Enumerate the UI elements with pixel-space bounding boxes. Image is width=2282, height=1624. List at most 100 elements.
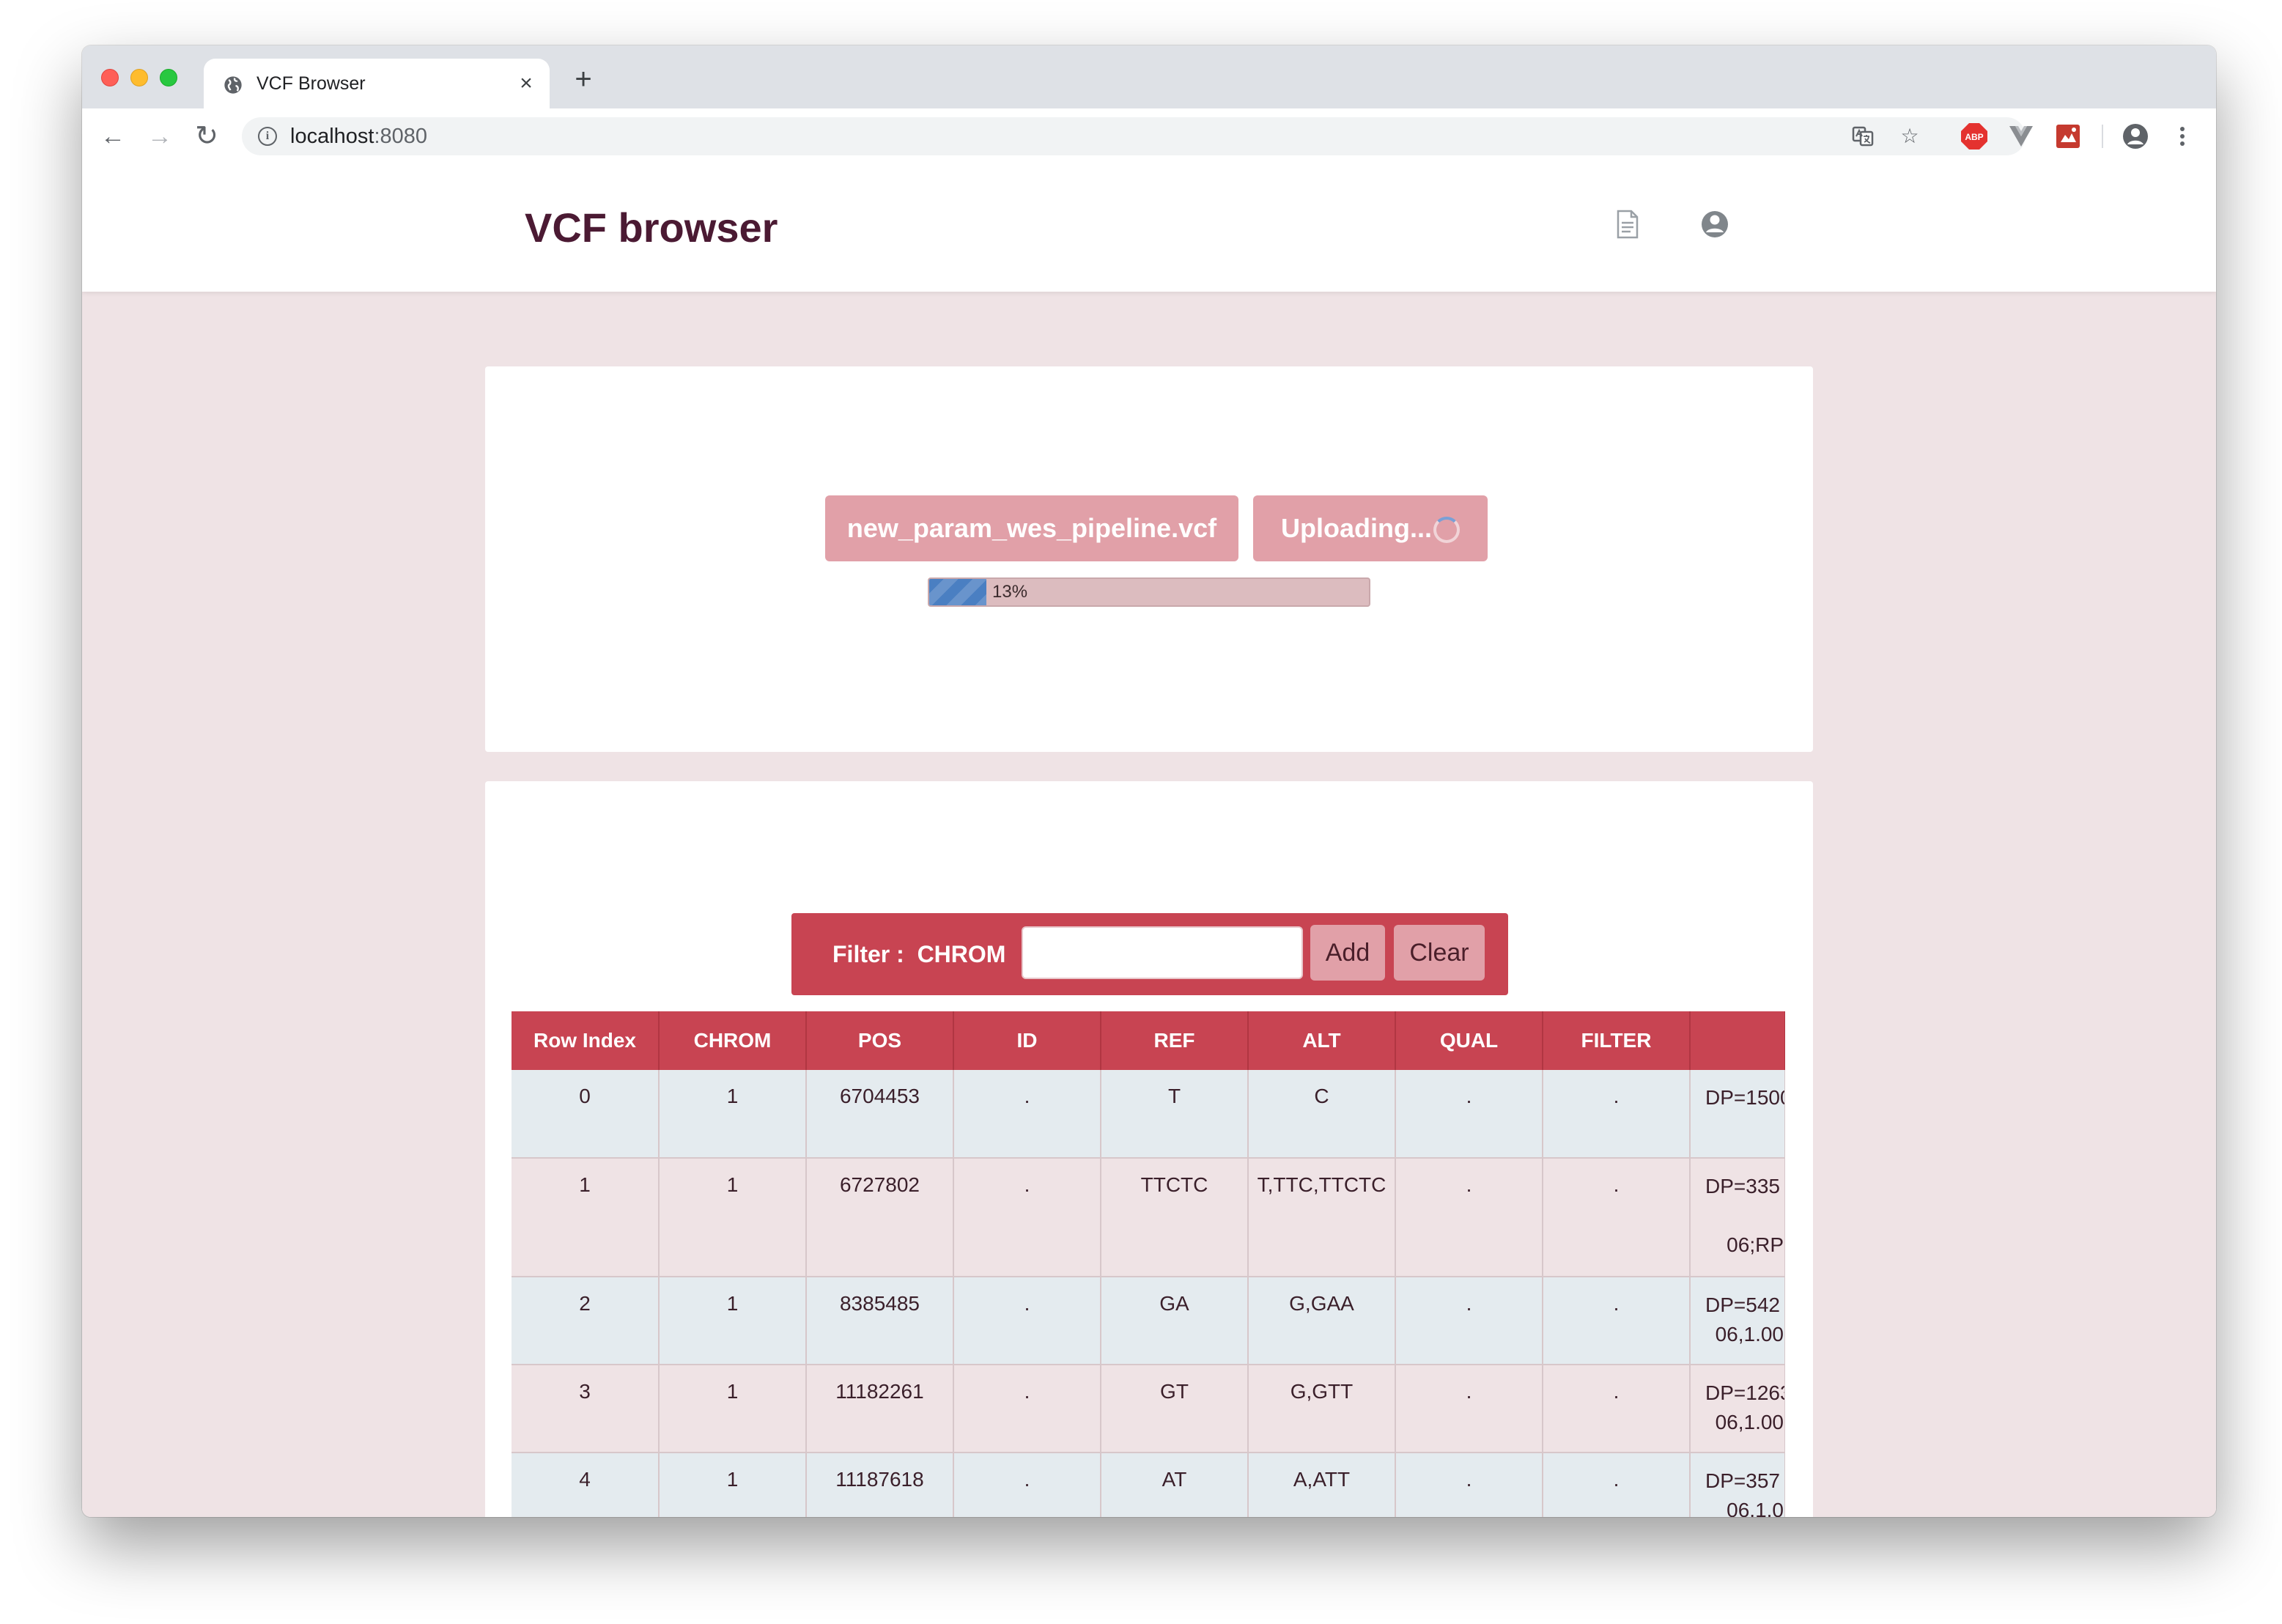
upload-status-button[interactable]: Uploading... [1253, 495, 1488, 561]
cell-pos: 11182261 [806, 1365, 954, 1453]
adblock-icon[interactable]: ABP [1960, 122, 1989, 151]
info-line: DP=1500 [1705, 1086, 1785, 1109]
cell-qual: . [1395, 1277, 1543, 1365]
table-row[interactable]: 4 1 11187618 . AT A,ATT . . DP=357 06,1.0 [512, 1453, 1785, 1517]
reload-icon[interactable]: ↻ [192, 122, 221, 151]
cell-ref: TTCTC [1101, 1158, 1249, 1277]
address-bar[interactable]: i localhost:8080 ☆ [242, 117, 2026, 155]
cell-info: DP=1263 06,1.00 [1690, 1365, 1785, 1453]
info-line: 06,1.0 [1727, 1499, 1784, 1517]
new-tab-button[interactable]: + [569, 64, 598, 94]
info-line: 06;RP [1727, 1233, 1784, 1256]
cell-id: . [953, 1158, 1101, 1277]
cell-filter: . [1543, 1070, 1691, 1159]
page-viewport: VCF browser new_param_wes_pipeline.vcf U… [82, 164, 2216, 1517]
info-line: DP=335 [1705, 1175, 1780, 1197]
cell-pos: 11187618 [806, 1453, 954, 1517]
filter-input[interactable] [1022, 926, 1303, 979]
url-host: localhost [290, 125, 374, 148]
close-tab-icon[interactable]: × [516, 73, 536, 95]
cell-pos: 8385485 [806, 1277, 954, 1365]
column-header-info[interactable] [1690, 1011, 1785, 1070]
cell-pos: 6727802 [806, 1158, 954, 1277]
arrow-right-icon[interactable]: → [145, 122, 174, 151]
cell-alt: T,TTC,TTCTC [1248, 1158, 1396, 1277]
cell-ref: GA [1101, 1277, 1249, 1365]
translate-icon[interactable] [1851, 125, 1875, 148]
info-line: 06,1.00 [1715, 1411, 1784, 1433]
browser-tab[interactable]: VCF Browser × [204, 59, 550, 108]
cell-row-index: 2 [512, 1277, 660, 1365]
table-header-row: Row Index CHROM POS ID REF ALT QUAL FILT… [512, 1011, 1785, 1070]
cell-chrom: 1 [659, 1453, 807, 1517]
extension-icon[interactable] [2053, 122, 2083, 151]
column-header-qual[interactable]: QUAL [1395, 1011, 1543, 1070]
table-row[interactable]: 1 1 6727802 . TTCTC T,TTC,TTCTC . . DP=3… [512, 1158, 1785, 1277]
vue-icon[interactable] [2006, 122, 2036, 151]
cell-ref: T [1101, 1070, 1249, 1159]
column-header-pos[interactable]: POS [806, 1011, 954, 1070]
upload-card: new_param_wes_pipeline.vcf Uploading... … [485, 366, 1813, 752]
cell-pos: 6704453 [806, 1070, 954, 1159]
cell-alt: A,ATT [1248, 1453, 1396, 1517]
filter-bar: Filter : CHROM Add Clear [791, 913, 1508, 995]
cell-qual: . [1395, 1070, 1543, 1159]
column-header-ref[interactable]: REF [1101, 1011, 1249, 1070]
browser-toolbar: ← → ↻ i localhost:8080 ☆ ABP [82, 108, 2216, 166]
close-window-button[interactable] [101, 69, 119, 86]
url-port: :8080 [374, 125, 428, 148]
column-header-alt[interactable]: ALT [1248, 1011, 1396, 1070]
column-header-row-index[interactable]: Row Index [512, 1011, 660, 1070]
cell-row-index: 1 [512, 1158, 660, 1277]
info-line: 06,1.00 [1715, 1323, 1784, 1346]
upload-progress-bar: 13% [928, 577, 1370, 607]
table-row[interactable]: 2 1 8385485 . GA G,GAA . . DP=542 06,1.00 [512, 1277, 1785, 1365]
document-icon[interactable] [1611, 208, 1643, 240]
cell-alt: C [1248, 1070, 1396, 1159]
table-card: Filter : CHROM Add Clear Row Index CHROM… [485, 781, 1813, 1517]
tab-strip: VCF Browser × + [82, 45, 2216, 108]
cell-info: DP=335 06;RP [1690, 1158, 1785, 1277]
url-text[interactable]: localhost:8080 [290, 125, 427, 148]
upload-status-label: Uploading... [1281, 513, 1432, 543]
filter-label: Filter : CHROM [832, 941, 1006, 967]
browser-window: VCF Browser × + ← → ↻ i localhost:8080 ☆… [82, 45, 2216, 1517]
maximize-window-button[interactable] [160, 69, 177, 86]
table-row[interactable]: 3 1 11182261 . GT G,GTT . . DP=1263 06,1.… [512, 1365, 1785, 1453]
cell-info: DP=542 06,1.00 [1690, 1277, 1785, 1365]
cell-filter: . [1543, 1158, 1691, 1277]
cell-info: DP=357 06,1.0 [1690, 1453, 1785, 1517]
add-filter-button[interactable]: Add [1310, 925, 1385, 981]
menu-icon[interactable] [2168, 122, 2197, 151]
star-icon[interactable]: ☆ [1898, 125, 1921, 148]
cell-chrom: 1 [659, 1158, 807, 1277]
cell-alt: G,GAA [1248, 1277, 1396, 1365]
info-icon[interactable]: i [258, 127, 277, 146]
cell-qual: . [1395, 1365, 1543, 1453]
cell-alt: G,GTT [1248, 1365, 1396, 1453]
column-header-id[interactable]: ID [953, 1011, 1101, 1070]
variant-table: Row Index CHROM POS ID REF ALT QUAL FILT… [512, 1011, 1785, 1517]
cell-ref: AT [1101, 1453, 1249, 1517]
cell-filter: . [1543, 1453, 1691, 1517]
column-header-filter[interactable]: FILTER [1543, 1011, 1691, 1070]
minimize-window-button[interactable] [130, 69, 148, 86]
cell-qual: . [1395, 1453, 1543, 1517]
clear-filter-button[interactable]: Clear [1394, 925, 1485, 981]
profile-icon[interactable] [2121, 122, 2150, 151]
cell-filter: . [1543, 1365, 1691, 1453]
table-row[interactable]: 0 1 6704453 . T C . . DP=1500 [512, 1070, 1785, 1159]
column-header-chrom[interactable]: CHROM [659, 1011, 807, 1070]
arrow-left-icon[interactable]: ← [98, 122, 128, 151]
app-header: VCF browser [82, 164, 2216, 292]
cell-row-index: 3 [512, 1365, 660, 1453]
cell-chrom: 1 [659, 1365, 807, 1453]
account-icon[interactable] [1699, 208, 1731, 240]
progress-label: 13% [992, 582, 1028, 602]
cell-row-index: 4 [512, 1453, 660, 1517]
info-line: DP=1263 [1705, 1381, 1785, 1404]
cell-chrom: 1 [659, 1070, 807, 1159]
info-line: DP=542 [1705, 1293, 1780, 1316]
cell-ref: GT [1101, 1365, 1249, 1453]
file-name-button[interactable]: new_param_wes_pipeline.vcf [825, 495, 1238, 561]
